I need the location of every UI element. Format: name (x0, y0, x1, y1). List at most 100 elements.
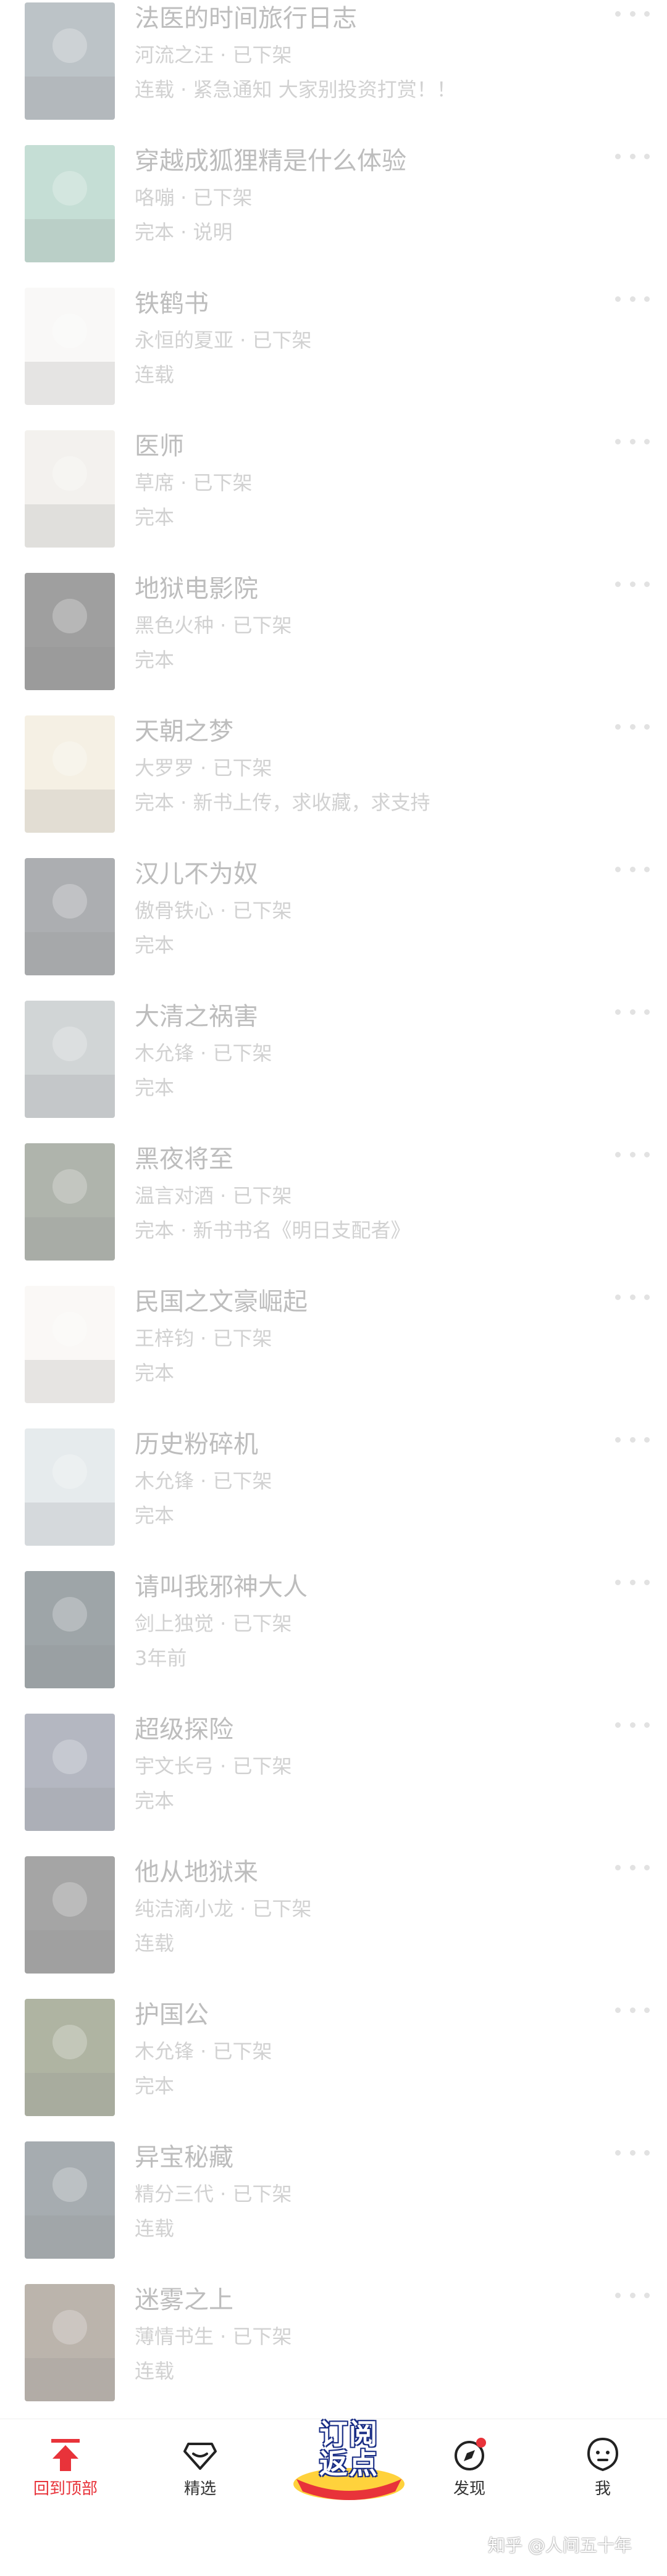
more-dots-icon[interactable] (615, 719, 650, 734)
book-title[interactable]: 汉儿不为奴 (135, 858, 258, 890)
book-update-status: 连载 (135, 2359, 175, 2383)
nav-label-featured: 精选 (183, 2480, 216, 2498)
more-dot (644, 1436, 650, 1443)
book-list-item[interactable]: 请叫我邪神大人剑上独觉 · 已下架 3年前 (0, 1569, 667, 1711)
book-title[interactable]: 超级探险 (135, 1714, 233, 1746)
book-title[interactable]: 法医的时间旅行日志 (135, 2, 357, 35)
book-list-item[interactable]: 法医的时间旅行日志 河流之汪 · 已下架 连载 · 紧急通知 大家别投资打赏！！ (0, 0, 667, 143)
book-list-item[interactable]: 地狱电影院 黑色火种 · 已下架 完本 (0, 570, 667, 713)
more-dots-icon[interactable] (615, 1147, 650, 1162)
nav-featured[interactable]: 精选 (151, 2419, 250, 2530)
more-dot (615, 2149, 621, 2156)
book-title[interactable]: 地狱电影院 (135, 573, 258, 605)
nav-discover[interactable]: 发现 (420, 2419, 519, 2530)
book-list-item[interactable]: 铁鹤书 永恒的夏亚 · 已下架 连载 (0, 285, 667, 428)
book-title[interactable]: 医师 (135, 430, 184, 462)
book-author-status: 草席 · 已下架 (135, 471, 253, 494)
more-dot (615, 866, 621, 872)
book-cover-image[interactable] (25, 430, 115, 548)
book-cover-image[interactable] (25, 1999, 115, 2116)
book-cover-image[interactable] (25, 573, 115, 690)
nav-back-to-top[interactable]: 回到顶部 (16, 2419, 115, 2530)
book-cover-image[interactable] (25, 288, 115, 405)
book-title[interactable]: 天朝之梦 (135, 715, 233, 748)
more-dots-icon[interactable] (615, 291, 650, 306)
book-list-item[interactable]: 异宝秘藏 精分三代 · 已下架 连载 (0, 2139, 667, 2282)
more-dots-icon[interactable] (615, 1432, 650, 1447)
more-dots-icon[interactable] (615, 1860, 650, 1875)
book-cover-image[interactable] (25, 1571, 115, 1688)
book-title[interactable]: 铁鹤书 (135, 288, 209, 320)
more-dot (629, 2292, 636, 2298)
more-dots-icon[interactable] (615, 862, 650, 877)
book-update-status: 3年前 (135, 1646, 187, 1670)
more-dots-icon[interactable] (615, 1004, 650, 1019)
more-dots-icon[interactable] (615, 1575, 650, 1590)
zhihu-watermark: 知乎 @人间五十年 (488, 2535, 632, 2556)
book-author-status: 剑上独觉 · 已下架 (135, 1612, 292, 1635)
book-cover-image[interactable] (25, 858, 115, 975)
book-title[interactable]: 异宝秘藏 (135, 2141, 233, 2174)
book-list-item[interactable]: 民国之文豪崛起 王梓钧 · 已下架 完本 (0, 1283, 667, 1426)
more-dots-icon[interactable] (615, 1290, 650, 1304)
book-list-item[interactable]: 超级探险 宇文长弓 · 已下架 完本 (0, 1711, 667, 1854)
book-update-status: 连载 · 紧急通知 大家别投资打赏！！ (135, 78, 456, 101)
more-dot (629, 1722, 636, 1728)
book-title[interactable]: 民国之文豪崛起 (135, 1286, 308, 1318)
more-dots-icon[interactable] (615, 2003, 650, 2017)
book-title[interactable]: 他从地狱来 (135, 1856, 258, 1888)
more-dot (644, 153, 650, 159)
book-cover-image[interactable] (25, 1143, 115, 1261)
subscribe-rebate-promo[interactable]: 订阅 返点 (278, 2410, 420, 2503)
more-dot (644, 2149, 650, 2156)
book-title[interactable]: 历史粉碎机 (135, 1428, 258, 1461)
book-list-item[interactable]: 汉儿不为奴 傲骨铁心 · 已下架 完本 (0, 856, 667, 998)
book-update-status: 连载 (135, 1932, 175, 1955)
more-dot (644, 1151, 650, 1157)
book-cover-image[interactable] (25, 1714, 115, 1831)
book-title[interactable]: 大清之祸害 (135, 1001, 258, 1033)
book-cover-image[interactable] (25, 2141, 115, 2259)
book-list-item[interactable]: 他从地狱来 纯洁滴小龙 · 已下架 连载 (0, 1854, 667, 1996)
book-author-status: 木允锋 · 已下架 (135, 1469, 272, 1493)
book-list-item[interactable]: 迷雾之上 薄情书生 · 已下架 连载 (0, 2282, 667, 2424)
book-title[interactable]: 穿越成狐狸精是什么体验 (135, 145, 406, 177)
book-title[interactable]: 护国公 (135, 1999, 209, 2031)
book-cover-image[interactable] (25, 715, 115, 833)
book-list-item[interactable]: 护国公 木允锋 · 已下架 完本 (0, 1996, 667, 2139)
book-title[interactable]: 请叫我邪神大人 (135, 1571, 308, 1603)
more-dot (615, 1151, 621, 1157)
book-cover-image[interactable] (25, 1856, 115, 1974)
book-list-item[interactable]: 黑夜将至 温言对酒 · 已下架 完本 · 新书书名《明日支配者》 (0, 1141, 667, 1283)
book-title[interactable]: 迷雾之上 (135, 2284, 233, 2316)
book-list-item[interactable]: 医师 草席 · 已下架 完本 (0, 428, 667, 570)
more-dots-icon[interactable] (615, 2145, 650, 2160)
book-title[interactable]: 黑夜将至 (135, 1143, 233, 1175)
book-list-item[interactable]: 穿越成狐狸精是什么体验 咯嘣 · 已下架 完本 · 说明 (0, 143, 667, 285)
book-cover-image[interactable] (25, 1428, 115, 1546)
book-cover-image[interactable] (25, 2, 115, 120)
book-cover-image[interactable] (25, 1001, 115, 1118)
book-cover-image[interactable] (25, 1286, 115, 1403)
book-list-item[interactable]: 大清之祸害木允锋 · 已下架 完本 (0, 998, 667, 1141)
more-dot (644, 2292, 650, 2298)
more-dots-icon[interactable] (615, 6, 650, 21)
more-dots-icon[interactable] (615, 149, 650, 164)
compass-icon (455, 2438, 486, 2470)
book-author-status: 宇文长弓 · 已下架 (135, 1754, 292, 1778)
more-dot (629, 1864, 636, 1870)
book-cover-image[interactable] (25, 145, 115, 262)
more-dots-icon[interactable] (615, 434, 650, 449)
more-dot (644, 438, 650, 444)
book-cover-image[interactable] (25, 2284, 115, 2401)
book-update-status: 完本 (135, 1504, 175, 1527)
book-list-item[interactable]: 天朝之梦 大罗罗 · 已下架 完本 · 新书上传，求收藏，求支持 (0, 713, 667, 856)
book-author-status: 木允锋 · 已下架 (135, 1041, 272, 1065)
more-dots-icon[interactable] (615, 2288, 650, 2303)
promo-text-line1: 订阅 (319, 2417, 379, 2451)
book-update-status: 完本 (135, 1076, 175, 1099)
book-list-item[interactable]: 历史粉碎机木允锋 · 已下架 完本 (0, 1426, 667, 1569)
more-dots-icon[interactable] (615, 577, 650, 591)
nav-me[interactable]: 我 (553, 2419, 652, 2530)
more-dots-icon[interactable] (615, 1717, 650, 1732)
